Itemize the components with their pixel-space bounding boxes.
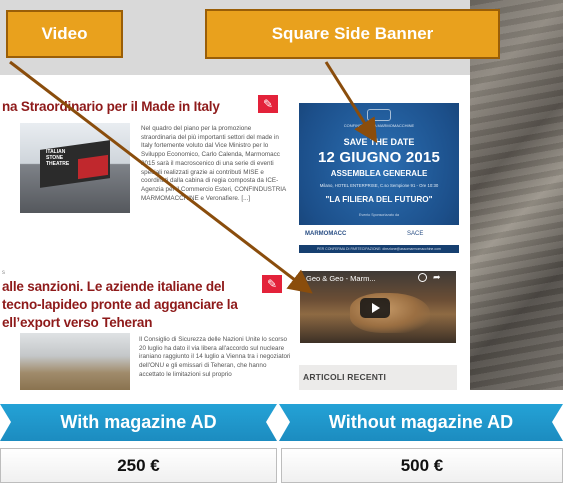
price-without-magazine: 500 € [281, 448, 563, 483]
price-with-magazine: 250 € [0, 448, 277, 483]
edit-icon[interactable]: ✎ [262, 275, 282, 293]
post-title[interactable]: alle sanzioni. Le aziende italiane del t… [2, 278, 242, 332]
video-player[interactable]: Geo & Geo - Marm... ➦ [300, 271, 456, 343]
header-notch [552, 404, 563, 441]
banner-date: 12 GIUGNO 2015 [317, 149, 441, 166]
clock-icon[interactable] [418, 273, 427, 282]
recent-articles-widget: ARTICOLI RECENTI [299, 365, 457, 390]
banner-assembly: ASSEMBLEA GENERALE [330, 169, 428, 178]
post-excerpt: Il Consiglio di Sicurezza delle Nazioni … [139, 336, 291, 378]
recent-articles-title: ARTICOLI RECENTI [303, 372, 387, 382]
post-excerpt: Nel quadro del piano per la promozione s… [141, 125, 286, 202]
video-callout: Video [6, 10, 123, 58]
banner-place: Milano, HOTEL ENTERPRISE, C.so Sempione … [319, 183, 439, 188]
square-side-banner[interactable]: CONFINDUSTRIA MARMOMACCHINE SAVE THE DAT… [299, 103, 459, 253]
banner-logo-icon [367, 109, 391, 121]
pricing-table: With magazine AD Without magazine AD 250… [0, 404, 563, 485]
banner-slogan: "LA FILIERA DEL FUTURO" [325, 195, 433, 204]
banner-sponsor-note: Evento Sponsorizzato da [359, 213, 399, 217]
header-notch [0, 404, 11, 441]
banner-org: CONFINDUSTRIA MARMOMACCHINE [343, 123, 415, 128]
sponsor-marmomacc: MARMOMACC [305, 231, 347, 237]
image-caption: ITALIAN STONE THEATRE [46, 149, 70, 167]
banner-sponsors: MARMOMACC SACE [299, 225, 459, 245]
header-notch [266, 404, 290, 441]
post-footer: s [2, 270, 5, 276]
post-image[interactable]: ITALIAN STONE THEATRE [20, 123, 130, 213]
banner-contact: PER CONFERMA DI PARTECIPAZIONE: direzion… [299, 245, 459, 253]
sponsor-sace: SACE [407, 231, 424, 237]
edit-icon[interactable]: ✎ [258, 95, 278, 113]
website-screenshot: na Straordinario per il Made in Italy ✎ … [0, 0, 563, 390]
video-title[interactable]: Geo & Geo - Marm... [306, 274, 376, 283]
header-with-magazine: With magazine AD [0, 404, 277, 441]
post-title[interactable]: na Straordinario per il Made in Italy [2, 98, 242, 116]
play-icon[interactable] [360, 298, 390, 318]
banner-save-the-date: SAVE THE DATE [343, 137, 415, 147]
share-icon[interactable]: ➦ [433, 272, 441, 283]
site-content: na Straordinario per il Made in Italy ✎ … [0, 75, 470, 390]
header-without-magazine: Without magazine AD [279, 404, 563, 441]
banner-callout: Square Side Banner [205, 9, 500, 59]
post-image[interactable] [20, 333, 130, 390]
